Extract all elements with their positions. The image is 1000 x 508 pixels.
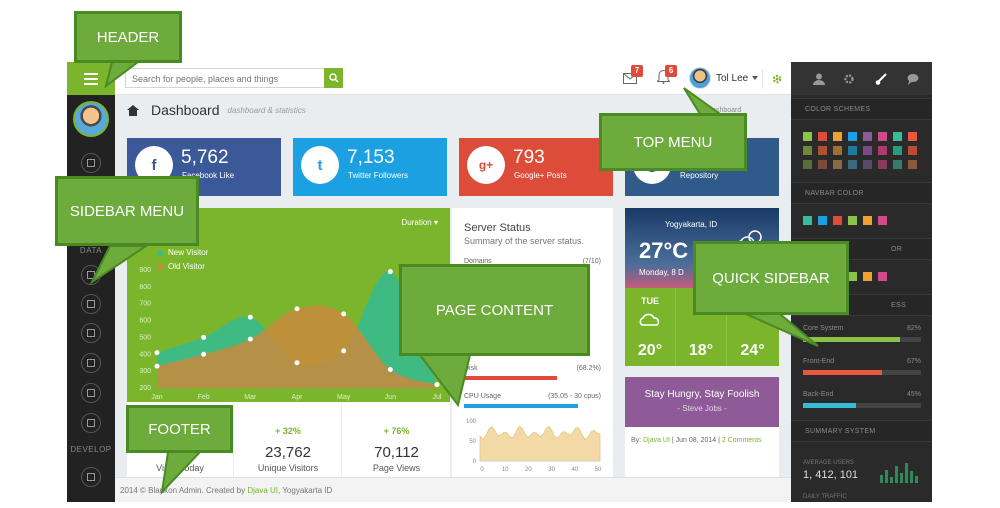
- top-menu-callout: TOP MENU: [599, 113, 747, 171]
- header-callout: HEADER: [74, 11, 182, 63]
- content-callout-pointer: [417, 354, 472, 408]
- footer-callout: FOOTER: [126, 405, 233, 453]
- quick-sidebar-callout: QUICK SIDEBAR: [693, 241, 849, 315]
- sidebar-menu-callout: SIDEBAR MENU: [55, 176, 199, 246]
- quick-sidebar-callout-pointer: [745, 313, 819, 347]
- topmenu-callout-pointer: [683, 87, 724, 115]
- annotated-screenshot: 7 6 Tol Lee DATA DEVELOP Dashboard dash: [0, 0, 1000, 508]
- footer-callout-pointer: [160, 451, 203, 495]
- page-content-callout: PAGE CONTENT: [399, 264, 590, 356]
- header-callout-pointer: [104, 61, 141, 89]
- sidebar-callout-pointer: [89, 245, 150, 285]
